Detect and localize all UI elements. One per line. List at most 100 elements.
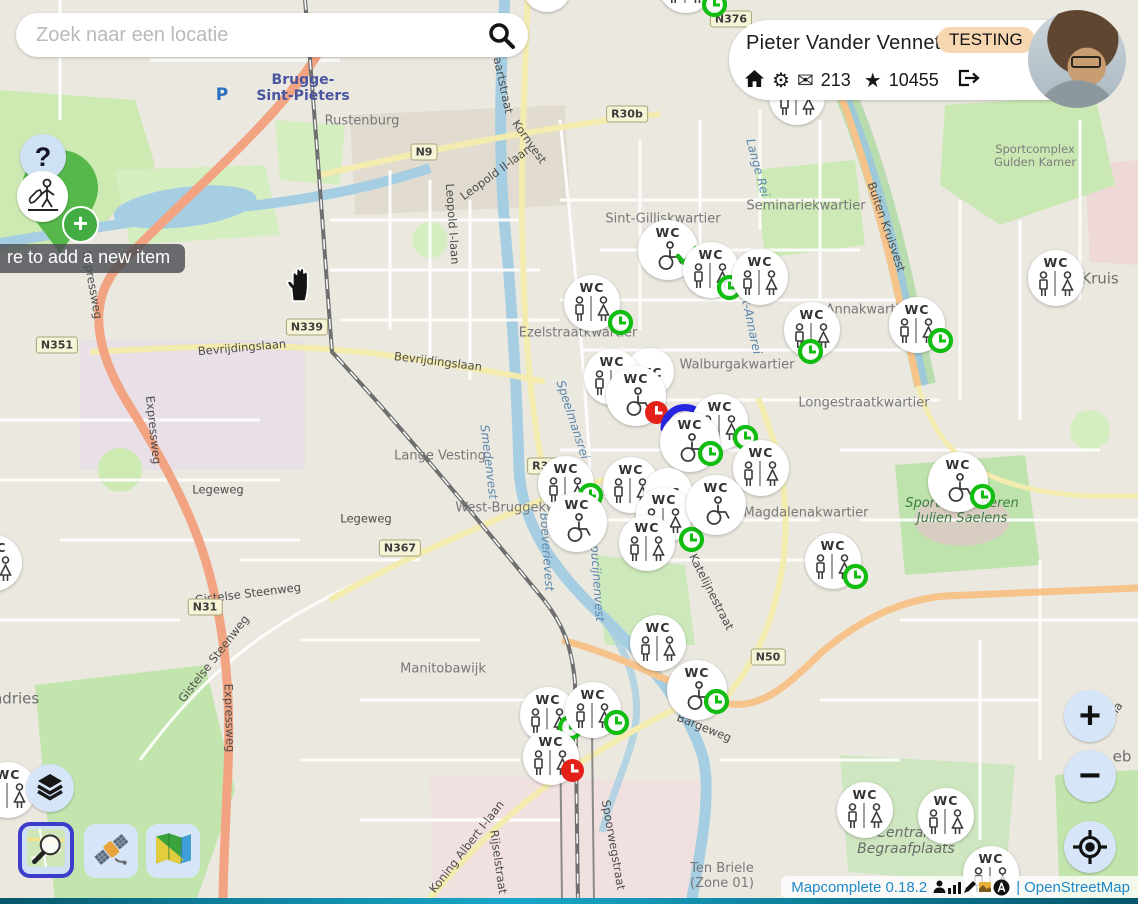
opening-hours-closed-badge bbox=[559, 757, 586, 784]
opening-hours-open-badge bbox=[797, 338, 824, 365]
map-marker-toilet[interactable]: WC bbox=[733, 440, 789, 496]
contributor-icon[interactable] bbox=[933, 880, 946, 894]
map-marker-toilet[interactable]: WC bbox=[667, 660, 727, 720]
opening-hours-open-badge bbox=[927, 327, 954, 354]
gear-icon[interactable]: ⚙ bbox=[772, 71, 790, 91]
marker-wc-label: WC bbox=[946, 457, 971, 472]
add-item-tooltip: re to add a new item bbox=[0, 244, 185, 273]
message-count[interactable]: 213 bbox=[821, 70, 851, 91]
search-icon[interactable] bbox=[486, 20, 516, 50]
toilet-theme-icon bbox=[24, 175, 62, 218]
bot-icon[interactable] bbox=[993, 879, 1010, 896]
zoom-in-button[interactable]: + bbox=[1064, 690, 1116, 742]
logout-icon[interactable] bbox=[956, 68, 980, 93]
marker-wc-label: WC bbox=[600, 354, 625, 369]
theme-icon[interactable] bbox=[978, 880, 992, 894]
map-marker-toilet[interactable]: WC bbox=[837, 782, 893, 838]
background-osm-button[interactable] bbox=[18, 822, 74, 878]
zoom-out-button[interactable]: − bbox=[1064, 750, 1116, 802]
opening-hours-open-badge bbox=[703, 688, 730, 715]
map-marker-toilet[interactable]: WC bbox=[683, 242, 739, 298]
map-marker-toilet[interactable]: WC bbox=[660, 412, 720, 472]
search-input[interactable] bbox=[16, 24, 486, 47]
attribution-bar: Mapcomplete 0.18.2 | OpenStreetMap bbox=[781, 876, 1138, 898]
hand-cursor-icon bbox=[284, 267, 314, 309]
opening-hours-open-badge bbox=[969, 483, 996, 510]
user-name[interactable]: Pieter Vander Vennet bbox=[746, 32, 941, 55]
osm-map-magnifier-icon bbox=[25, 827, 67, 874]
opening-hours-open-badge bbox=[842, 563, 869, 590]
map-marker-toilet[interactable]: WC bbox=[630, 615, 686, 671]
marker-wc-label: WC bbox=[749, 445, 774, 460]
male-female-icon bbox=[1036, 271, 1076, 298]
map-marker-toilet[interactable]: WC bbox=[564, 275, 620, 331]
openstreetmap-link[interactable]: OpenStreetMap bbox=[1024, 879, 1130, 896]
background-map-button[interactable] bbox=[146, 824, 200, 878]
add-new-item-button[interactable]: + bbox=[62, 206, 99, 243]
map-marker-toilet[interactable]: WC bbox=[784, 302, 840, 358]
marker-wc-label: WC bbox=[565, 497, 590, 512]
marker-wc-label: WC bbox=[934, 793, 959, 808]
opening-hours-open-badge bbox=[701, 0, 728, 18]
marker-wc-label: WC bbox=[979, 851, 1004, 866]
messages-icon[interactable]: ✉ bbox=[797, 71, 814, 91]
marker-wc-label: WC bbox=[656, 225, 681, 240]
marker-wc-label: WC bbox=[678, 417, 703, 432]
map-marker-toilet[interactable]: WC bbox=[0, 535, 22, 591]
background-satellite-button[interactable] bbox=[84, 824, 138, 878]
map-marker-toilet[interactable]: WC bbox=[658, 0, 714, 13]
male-female-icon bbox=[627, 536, 667, 563]
marker-wc-label: WC bbox=[704, 480, 729, 495]
male-female-icon bbox=[572, 296, 612, 323]
avatar[interactable] bbox=[1028, 10, 1126, 108]
marker-wc-label: WC bbox=[646, 620, 671, 635]
pencil-icon[interactable] bbox=[963, 880, 977, 894]
folded-map-icon bbox=[152, 828, 194, 875]
home-icon[interactable] bbox=[744, 69, 765, 93]
wheelchair-icon bbox=[700, 496, 732, 526]
map-marker-toilet[interactable]: WC bbox=[686, 475, 746, 535]
opening-hours-open-badge bbox=[603, 709, 630, 736]
layers-button[interactable] bbox=[26, 764, 74, 812]
user-panel: Pieter Vander Vennet TESTING ⚙ ✉ 213 ★ 1… bbox=[729, 20, 1123, 100]
star-icon: ★ bbox=[864, 71, 882, 91]
marker-wc-label: WC bbox=[685, 665, 710, 680]
map-marker-toilet[interactable]: WC bbox=[805, 533, 861, 589]
star-count[interactable]: 10455 bbox=[889, 70, 939, 91]
geolocate-button[interactable] bbox=[1064, 821, 1116, 873]
marker-wc-label: WC bbox=[699, 247, 724, 262]
marker-wc-label: WC bbox=[821, 538, 846, 553]
bottom-accent-bar bbox=[0, 898, 1138, 904]
map-marker-toilet[interactable]: WC bbox=[918, 788, 974, 844]
wheelchair-icon bbox=[561, 513, 593, 543]
marker-wc-label: WC bbox=[1044, 255, 1069, 270]
map-marker-toilet[interactable]: WC bbox=[889, 297, 945, 353]
map-marker-toilet[interactable]: WC bbox=[606, 366, 666, 426]
marker-wc-label: WC bbox=[708, 399, 733, 414]
male-female-icon bbox=[0, 783, 28, 810]
attribution-separator: | bbox=[1016, 879, 1020, 896]
statistics-icon[interactable] bbox=[947, 881, 962, 894]
map-marker-toilet[interactable]: WC bbox=[928, 452, 988, 512]
map-marker-toilet[interactable]: WC bbox=[1028, 250, 1084, 306]
marker-wc-label: WC bbox=[652, 492, 677, 507]
marker-wc-label: WC bbox=[853, 787, 878, 802]
search-bar bbox=[16, 13, 528, 57]
mapcomplete-version-link[interactable]: Mapcomplete 0.18.2 bbox=[791, 879, 927, 896]
male-female-icon bbox=[0, 556, 14, 583]
attribution-icons bbox=[933, 879, 1010, 896]
marker-wc-label: WC bbox=[0, 767, 20, 782]
map-marker-toilet[interactable]: WC bbox=[732, 249, 788, 305]
map-marker-toilet[interactable]: WC bbox=[547, 492, 607, 552]
help-label: ? bbox=[35, 142, 52, 173]
male-female-icon bbox=[741, 461, 781, 488]
map-marker-toilet[interactable]: WC bbox=[523, 729, 579, 785]
marker-wc-label: WC bbox=[905, 302, 930, 317]
male-female-icon bbox=[638, 636, 678, 663]
map-marker-toilet[interactable]: WC bbox=[619, 515, 675, 571]
theme-logo-button[interactable] bbox=[17, 171, 68, 222]
map-marker-toilet[interactable]: WC bbox=[565, 682, 621, 738]
marker-wc-label: WC bbox=[581, 687, 606, 702]
crosshair-icon bbox=[1072, 829, 1108, 865]
map-marker-toilet[interactable]: WC bbox=[523, 0, 571, 12]
